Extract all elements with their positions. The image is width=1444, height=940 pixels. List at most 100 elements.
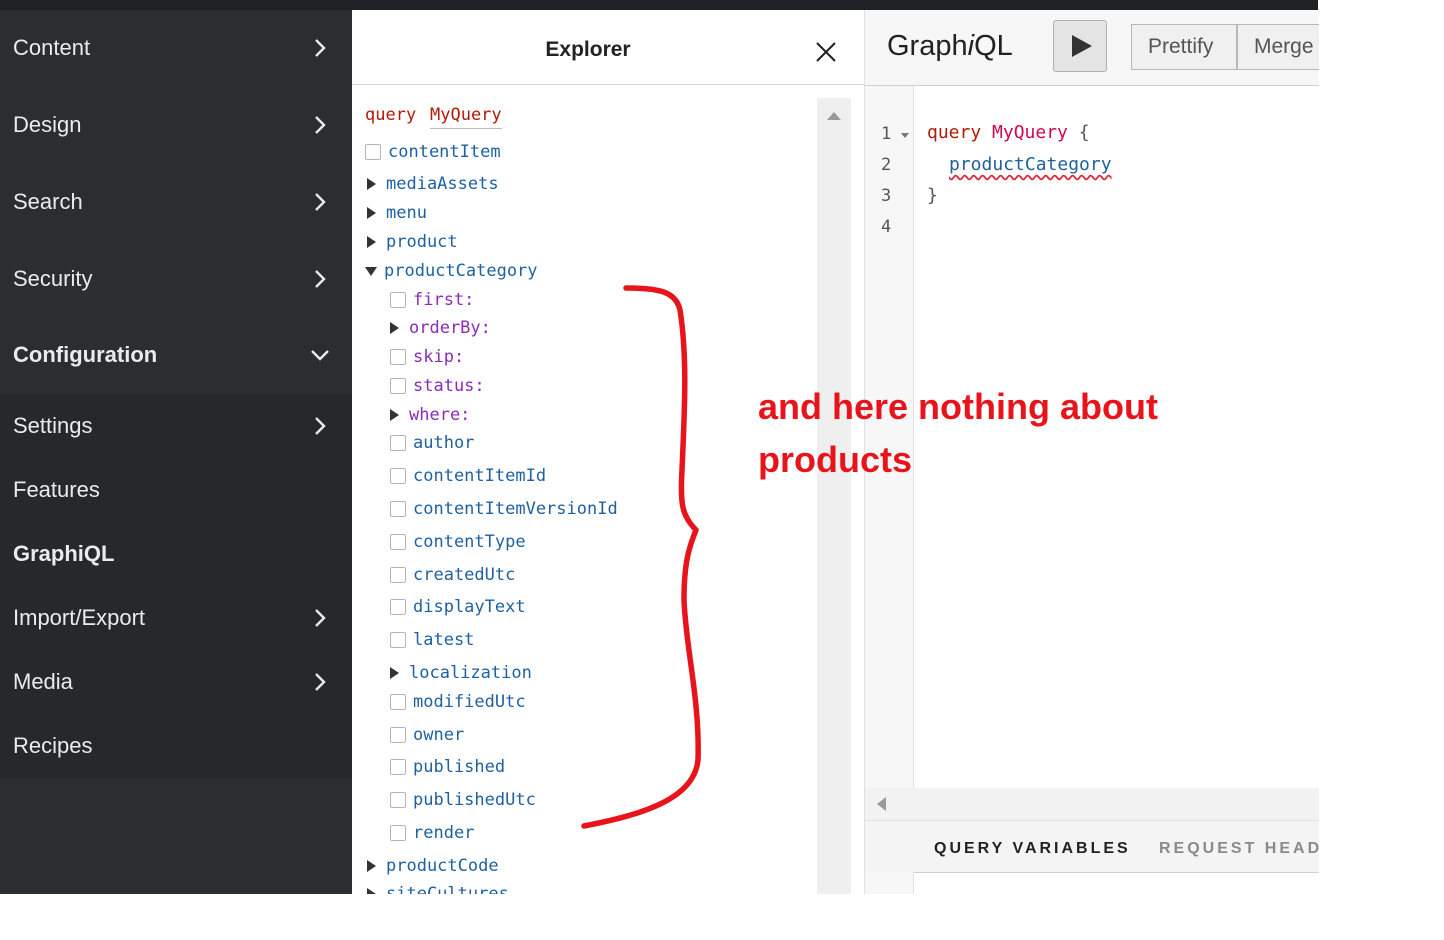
tree-field-contentitemid[interactable]: contentItemId [390, 465, 546, 487]
checkbox[interactable] [390, 792, 406, 808]
expand-arrow-icon[interactable] [390, 409, 399, 421]
code-line-2: productCategory [949, 154, 1112, 175]
sidebar-item-label: Design [13, 112, 82, 137]
sidebar-item-label: Configuration [13, 342, 158, 367]
tab-query-variables[interactable]: QUERY VARIABLES [934, 840, 1131, 858]
variables-editor[interactable] [865, 872, 1319, 894]
tree-field-publishedutc[interactable]: publishedUtc [390, 789, 536, 811]
sidebar-item-import-export[interactable]: Import/Export [0, 586, 352, 650]
sidebar-item-label: Security [13, 266, 93, 291]
explorer-scrollbar[interactable] [817, 98, 851, 894]
tree-arg-status[interactable]: status: [390, 375, 485, 397]
sidebar-item-search[interactable]: Search [0, 170, 352, 234]
checkbox[interactable] [390, 292, 406, 308]
chevron-right-icon [315, 673, 326, 691]
fold-arrow-icon[interactable] [901, 133, 909, 138]
tree-field-mediaassets[interactable]: mediaAssets [365, 173, 499, 195]
admin-sidebar: Content Design Search Security Configura… [0, 10, 352, 894]
checkbox[interactable] [365, 144, 381, 160]
line-number: 1 [881, 124, 892, 144]
scroll-left-icon[interactable] [877, 797, 886, 811]
explorer-title: Explorer [545, 38, 631, 61]
tree-arg-first[interactable]: first: [390, 289, 474, 311]
expand-arrow-icon[interactable] [367, 207, 376, 219]
graphiql-toolbar: GraphiQL Prettify Merge [865, 10, 1319, 86]
sidebar-item-graphiql[interactable]: GraphiQL [0, 522, 352, 586]
expand-arrow-icon[interactable] [367, 888, 376, 894]
checkbox[interactable] [390, 378, 406, 394]
chevron-right-icon [315, 193, 326, 211]
sidebar-item-label: Media [13, 669, 73, 694]
collapse-arrow-icon[interactable] [365, 266, 377, 276]
tree-field-localization[interactable]: localization [388, 662, 532, 684]
sidebar-item-features[interactable]: Features [0, 458, 352, 522]
sidebar-item-security[interactable]: Security [0, 247, 352, 311]
tree-field-latest[interactable]: latest [390, 629, 474, 651]
tree-field-productcategory[interactable]: productCategory [365, 260, 538, 282]
checkbox[interactable] [390, 501, 406, 517]
tab-request-headers[interactable]: REQUEST HEAD [1159, 840, 1319, 858]
tree-arg-orderby[interactable]: orderBy: [388, 317, 491, 339]
editor-horizontal-scrollbar[interactable] [865, 788, 1319, 820]
scroll-up-icon[interactable] [827, 112, 841, 120]
sidebar-item-settings[interactable]: Settings [0, 394, 352, 458]
checkbox[interactable] [390, 825, 406, 841]
tree-field-contentitem[interactable]: contentItem [365, 141, 501, 163]
run-query-button[interactable] [1053, 20, 1107, 72]
sidebar-item-label: Settings [13, 413, 93, 438]
variables-tab-bar: QUERY VARIABLES REQUEST HEAD [865, 820, 1319, 873]
tree-field-published[interactable]: published [390, 756, 505, 778]
expand-arrow-icon[interactable] [367, 178, 376, 190]
sidebar-item-recipes[interactable]: Recipes [0, 714, 352, 778]
checkbox[interactable] [390, 349, 406, 365]
checkbox[interactable] [390, 468, 406, 484]
line-number: 2 [881, 155, 892, 175]
chevron-down-icon [311, 350, 329, 361]
tree-field-contentitemversionid[interactable]: contentItemVersionId [390, 498, 618, 520]
tree-field-productcode[interactable]: productCode [365, 855, 499, 877]
tree-field-menu[interactable]: menu [365, 202, 427, 224]
chevron-right-icon [315, 417, 326, 435]
prettify-button[interactable]: Prettify [1131, 24, 1237, 70]
tree-field-product[interactable]: product [365, 231, 458, 253]
sidebar-item-design[interactable]: Design [0, 93, 352, 157]
checkbox[interactable] [390, 599, 406, 615]
sidebar-item-label: Content [13, 35, 91, 60]
tree-arg-skip[interactable]: skip: [390, 346, 464, 368]
chevron-right-icon [315, 609, 326, 627]
expand-arrow-icon[interactable] [367, 860, 376, 872]
sidebar-item-media[interactable]: Media [0, 650, 352, 714]
tree-field-modifiedutc[interactable]: modifiedUtc [390, 691, 526, 713]
line-number: 4 [881, 217, 892, 237]
checkbox[interactable] [390, 727, 406, 743]
checkbox[interactable] [390, 632, 406, 648]
tree-field-render[interactable]: render [390, 822, 474, 844]
code-line-1: query MyQuery { [927, 122, 1090, 143]
checkbox[interactable] [390, 567, 406, 583]
tree-field-displaytext[interactable]: displayText [390, 596, 526, 618]
query-keyword: query [365, 105, 417, 125]
line-number-gutter [865, 872, 914, 894]
tree-field-author[interactable]: author [390, 432, 474, 454]
tree-field-owner[interactable]: owner [390, 724, 464, 746]
tree-field-createdutc[interactable]: createdUtc [390, 564, 515, 586]
graphiql-logo: GraphiQL [887, 30, 1013, 62]
checkbox[interactable] [390, 534, 406, 550]
chevron-right-icon [315, 116, 326, 134]
sidebar-item-content[interactable]: Content [0, 16, 352, 80]
expand-arrow-icon[interactable] [390, 667, 399, 679]
query-name-input[interactable]: MyQuery [430, 105, 502, 129]
explorer-header: Explorer [352, 10, 864, 85]
close-icon[interactable] [814, 40, 838, 64]
sidebar-item-label: Recipes [13, 733, 93, 758]
checkbox[interactable] [390, 694, 406, 710]
tree-arg-where[interactable]: where: [388, 404, 470, 426]
expand-arrow-icon[interactable] [367, 236, 376, 248]
merge-button[interactable]: Merge [1237, 24, 1319, 70]
checkbox[interactable] [390, 435, 406, 451]
tree-field-contenttype[interactable]: contentType [390, 531, 526, 553]
checkbox[interactable] [390, 759, 406, 775]
expand-arrow-icon[interactable] [390, 322, 399, 334]
sidebar-item-configuration[interactable]: Configuration [0, 323, 352, 387]
tree-field-siteCultures[interactable]: siteCultures [365, 883, 509, 894]
